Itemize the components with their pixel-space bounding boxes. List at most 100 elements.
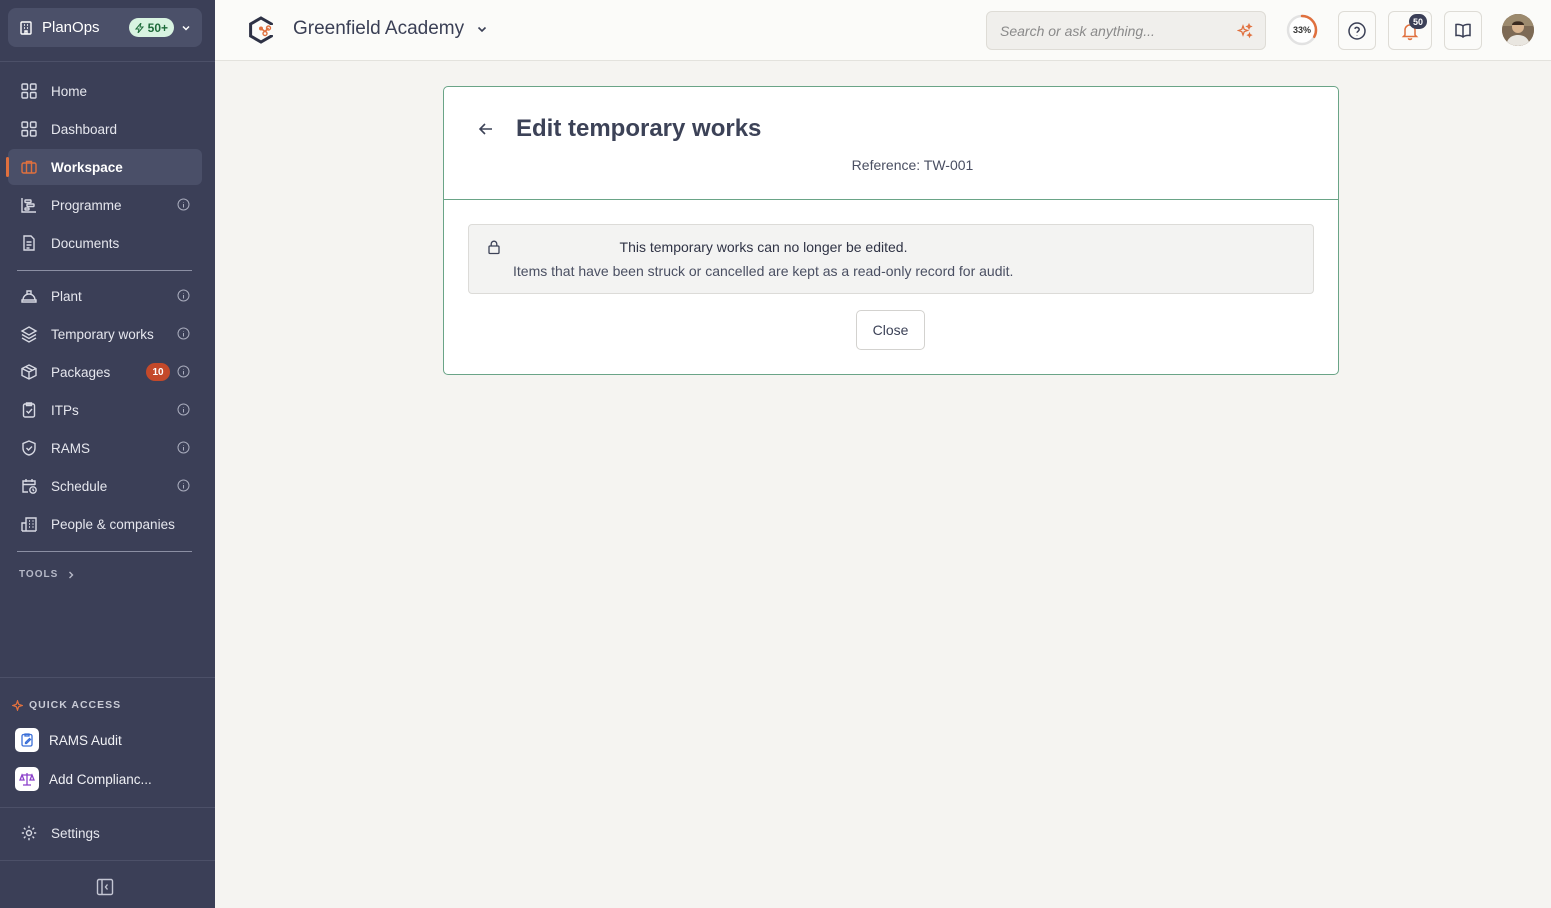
info-icon[interactable] (177, 289, 190, 302)
sidebar-item-programme[interactable]: Programme (8, 187, 202, 223)
sidebar-item-packages[interactable]: Packages 10 (8, 354, 202, 390)
divider (0, 860, 215, 861)
ai-sparkle-icon[interactable] (1237, 23, 1253, 39)
org-switcher[interactable]: PlanOps 50+ (8, 8, 202, 47)
sidebar-item-settings[interactable]: Settings (8, 815, 202, 851)
sidebar-item-workspace[interactable]: Workspace (6, 149, 202, 185)
sidebar-item-label: Programme (51, 197, 122, 213)
shield-check-icon (22, 440, 36, 456)
sidebar-item-plant[interactable]: Plant (8, 278, 202, 314)
top-bar: Greenfield Academy 33% 50 (215, 0, 1551, 61)
building-icon (21, 517, 37, 532)
quick-access-item-add-compliance[interactable]: Add Complianc... (15, 767, 152, 791)
project-name: Greenfield Academy (293, 18, 465, 39)
quick-access-label: Add Complianc... (49, 771, 152, 787)
progress-ring[interactable]: 33% (1286, 14, 1318, 46)
help-button[interactable] (1338, 11, 1376, 50)
book-open-icon (1455, 23, 1471, 38)
chevron-down-icon (478, 26, 487, 33)
info-icon[interactable] (177, 365, 190, 378)
plan-badge-text: 50+ (147, 20, 168, 35)
edit-card: Edit temporary works Reference: TW-001 T… (443, 86, 1339, 375)
project-switcher[interactable]: Greenfield Academy (293, 18, 488, 40)
package-icon (21, 364, 37, 380)
lightning-icon (134, 22, 144, 33)
grid-icon (21, 83, 37, 99)
info-icon[interactable] (177, 198, 190, 211)
info-icon[interactable] (177, 441, 190, 454)
calendar-clock-icon (22, 479, 37, 494)
info-icon[interactable] (177, 403, 190, 416)
progress-text: 33% (1292, 25, 1311, 35)
divider (0, 677, 215, 678)
sidebar-item-label: ITPs (51, 402, 79, 418)
notification-count: 50 (1409, 14, 1427, 29)
plan-badge: 50+ (128, 18, 174, 37)
read-only-notice: This temporary works can no longer be ed… (468, 224, 1314, 294)
collapse-sidebar-icon[interactable] (96, 878, 114, 896)
dashboard-icon (21, 121, 37, 137)
clipboard-check-icon (22, 402, 36, 418)
help-icon (1348, 21, 1366, 40)
sidebar-item-people-companies[interactable]: People & companies (8, 506, 202, 542)
info-icon[interactable] (177, 479, 190, 492)
divider (0, 807, 215, 808)
divider (17, 551, 192, 552)
sparkle-icon (12, 699, 23, 711)
document-icon (23, 235, 35, 251)
sidebar-item-label: Settings (51, 825, 100, 841)
building-icon (20, 20, 32, 35)
divider (17, 270, 192, 271)
divider (0, 61, 215, 62)
layers-icon (20, 326, 38, 343)
quick-access-item-rams-audit[interactable]: RAMS Audit (15, 728, 122, 752)
sidebar-item-label: Plant (51, 288, 82, 304)
sidebar-item-documents[interactable]: Documents (8, 225, 202, 261)
org-name: PlanOps (42, 19, 100, 36)
sidebar-item-label: Workspace (51, 159, 123, 175)
sidebar-item-label: Packages (51, 364, 111, 380)
quick-access-label: RAMS Audit (49, 732, 122, 748)
back-arrow-icon[interactable] (477, 120, 495, 138)
tools-label: TOOLS (19, 569, 59, 580)
sidebar-item-label: Dashboard (51, 121, 118, 137)
app-logo-icon[interactable] (247, 16, 275, 44)
sidebar-item-dashboard[interactable]: Dashboard (8, 111, 202, 147)
notice-body: Items that have been struck or cancelled… (513, 263, 1014, 279)
sidebar-item-label: People & companies (51, 516, 175, 532)
search-input[interactable] (1000, 22, 1220, 39)
sidebar-item-rams[interactable]: RAMS (8, 430, 202, 466)
tools-toggle[interactable]: TOOLS (19, 569, 76, 580)
sidebar-item-label: RAMS (51, 440, 91, 456)
guide-button[interactable] (1444, 11, 1482, 50)
clipboard-edit-icon (15, 728, 39, 752)
sidebar-item-label: Documents (51, 235, 120, 251)
gear-icon (21, 825, 37, 841)
sidebar-item-label: Temporary works (51, 326, 154, 342)
sidebar: PlanOps 50+ Home Dashboard Workspace Pro… (0, 0, 215, 908)
search-box[interactable] (986, 11, 1266, 50)
user-photo-icon (1502, 14, 1534, 46)
sidebar-item-label: Schedule (51, 478, 108, 494)
scales-icon (15, 767, 39, 791)
reference-text: Reference: TW-001 (851, 157, 974, 173)
sidebar-item-temporary-works[interactable]: Temporary works (8, 316, 202, 352)
notifications-button[interactable]: 50 (1388, 11, 1432, 50)
quick-access-label: QUICK ACCESS (29, 699, 122, 711)
quick-access-title: QUICK ACCESS (12, 699, 121, 711)
close-button[interactable]: Close (856, 310, 925, 350)
sidebar-item-label: Home (51, 83, 88, 99)
briefcase-icon (21, 160, 37, 174)
avatar[interactable] (1502, 14, 1534, 46)
chevron-down-icon (182, 25, 190, 31)
hardhat-icon (21, 290, 37, 303)
chevron-right-icon (69, 571, 74, 578)
info-icon[interactable] (177, 327, 190, 340)
gantt-icon (21, 198, 36, 213)
sidebar-item-home[interactable]: Home (8, 73, 202, 109)
sidebar-item-itps[interactable]: ITPs (8, 392, 202, 428)
card-header: Edit temporary works Reference: TW-001 (444, 87, 1338, 200)
notice-title: This temporary works can no longer be ed… (619, 239, 908, 255)
count-badge: 10 (146, 363, 170, 381)
sidebar-item-schedule[interactable]: Schedule (8, 468, 202, 504)
